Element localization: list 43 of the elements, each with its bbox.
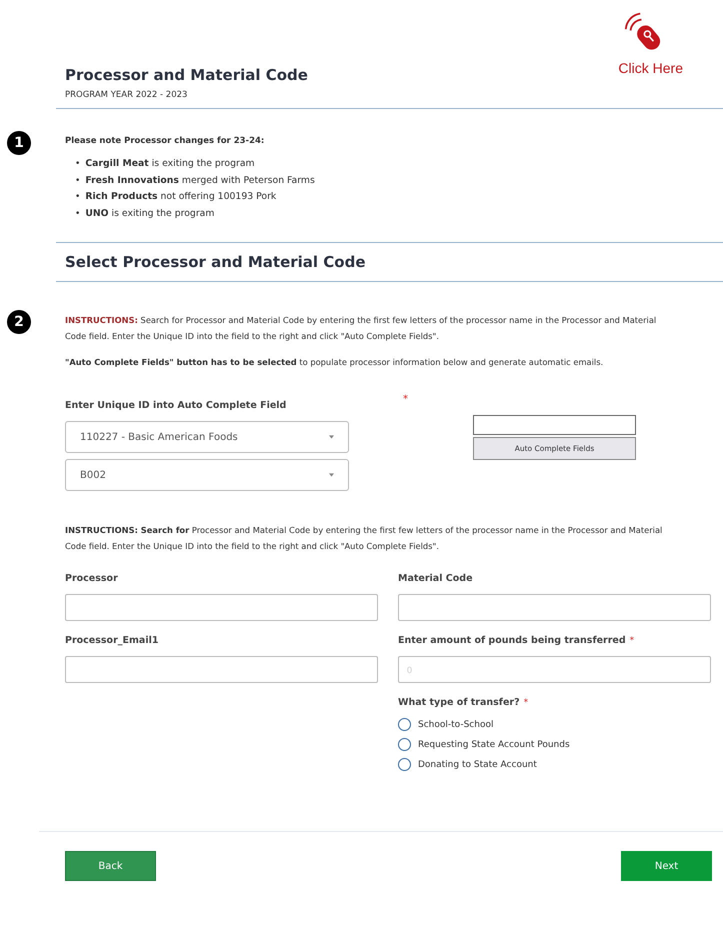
field-label: Processor	[65, 573, 118, 584]
question-label: What type of transfer?	[398, 697, 520, 708]
instruction-text: INSTRUCTIONS: Search for Processor and Material Code by entering the first few letters of the processor name in the Processor and Material Code field. Enter the Unique ID into the field to the right and click "Auto Complete Fields".	[64, 524, 664, 553]
bullet: •	[75, 158, 80, 171]
required-mark: *	[524, 698, 528, 708]
step-number: 2	[7, 310, 31, 334]
notice-item: Rich Products not offering 100193 Pork	[85, 190, 276, 204]
notice-item: Fresh Innovations merged with Peterson Farms	[85, 174, 315, 188]
instruction-text: INSTRUCTIONS: Search for Processor and Material Code by entering the first few letters of the processor name in the Processor and Material Code field. Enter the Unique ID into the field to the right and click "Auto Complete Fields".	[65, 314, 658, 343]
text-input[interactable]	[65, 594, 378, 621]
notice-item: Cargill Meat is exiting the program	[85, 157, 255, 171]
caret-icon	[329, 473, 334, 477]
click-here-link[interactable]: Click Here	[618, 8, 683, 108]
back-button[interactable]: Back	[65, 851, 156, 881]
unique-id-input[interactable]	[473, 415, 636, 435]
required-mark: *	[630, 636, 634, 646]
radio-label: School-to-School	[418, 720, 494, 730]
step-number: 1	[7, 131, 31, 155]
bullet: •	[75, 191, 80, 204]
instruction-text: "Auto Complete Fields" button has to be selected to populate processor information below and generate automatic emails.	[65, 356, 604, 369]
next-button[interactable]: Next	[621, 851, 712, 881]
caret-icon	[329, 435, 334, 439]
field-label: Enter amount of pounds being transferred	[398, 635, 626, 646]
notice-heading: Please note Processor changes for 23-24:	[65, 136, 266, 146]
radio-button[interactable]	[398, 738, 411, 751]
dropdown-field[interactable]: 110227 - Basic American Foods	[65, 421, 349, 453]
page-title: Processor and Material Code	[65, 66, 308, 84]
bullet: •	[75, 174, 80, 188]
text-input[interactable]	[398, 594, 711, 621]
radio-label: Donating to State Account	[418, 760, 537, 770]
section-title: Select Processor and Material Code	[64, 252, 367, 273]
bullet: •	[75, 208, 80, 220]
field-label: Processor_Email1	[65, 635, 158, 646]
program-year: PROGRAM YEAR 2022 - 2023	[65, 90, 188, 100]
notice-item: UNO is exiting the program	[85, 206, 214, 220]
radio-label: Requesting State Account Pounds	[418, 740, 570, 750]
field-label: Enter Unique ID into Auto Complete Field	[65, 400, 288, 411]
radio-button[interactable]	[398, 718, 411, 731]
text-input[interactable]	[65, 656, 378, 683]
radio-button[interactable]	[398, 758, 411, 771]
dropdown-field[interactable]: B002	[65, 459, 349, 491]
required-mark: *	[403, 394, 408, 405]
field-label: Material Code	[398, 573, 473, 584]
